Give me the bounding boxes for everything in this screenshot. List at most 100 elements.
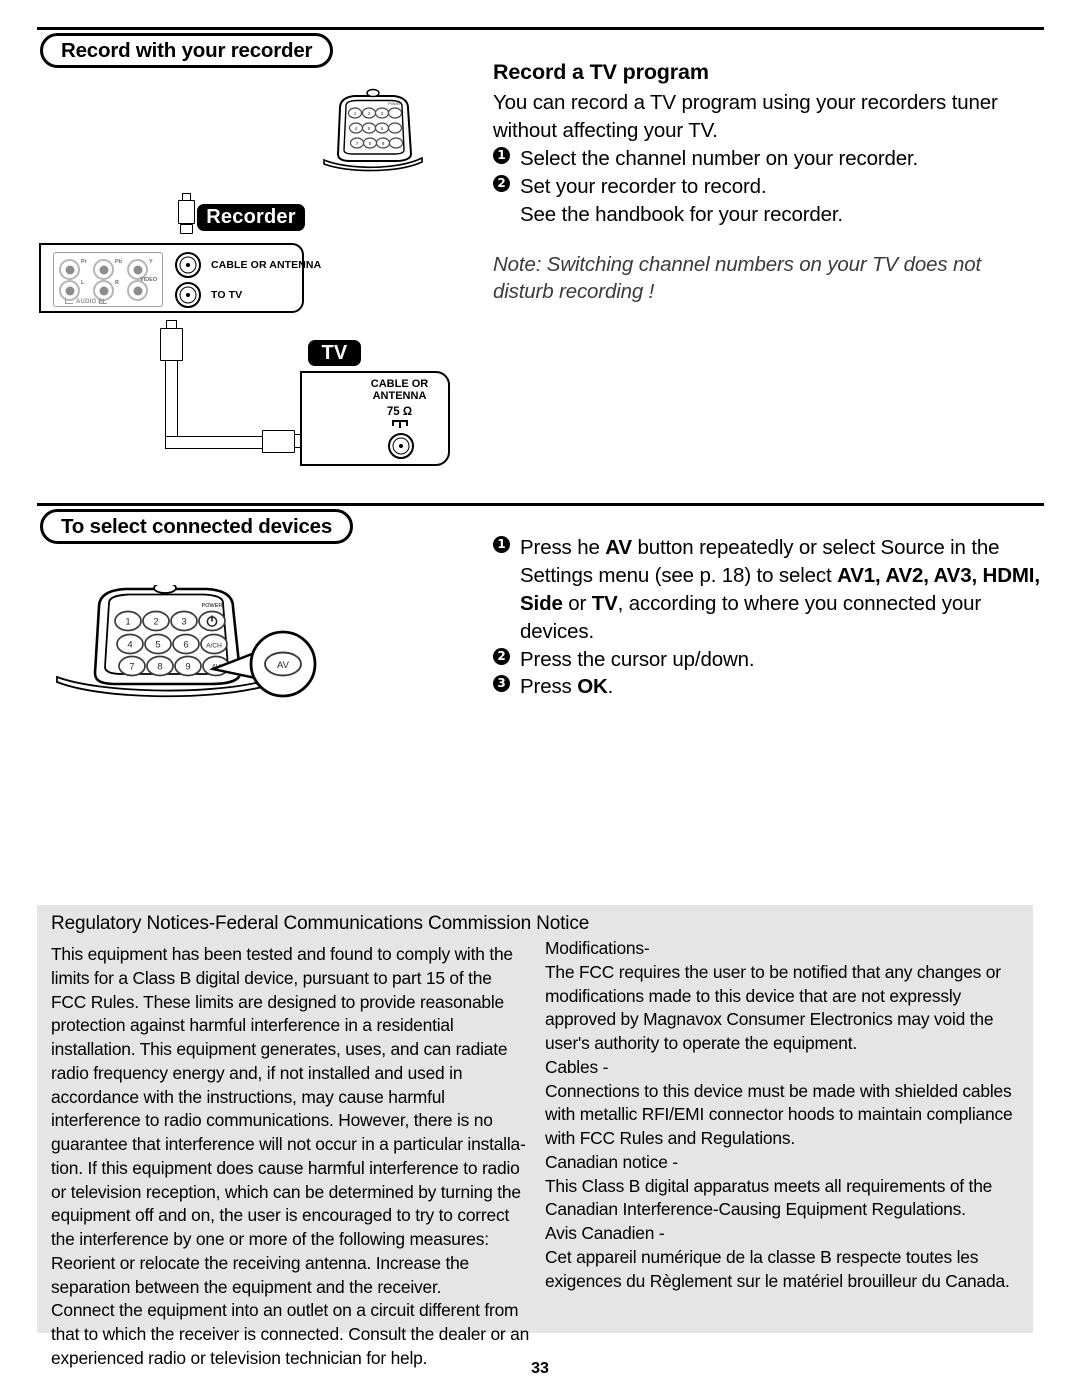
section-badge-record-with-recorder: Record with your recorder <box>40 33 334 68</box>
tv-back-panel: CABLE OR ANTENNA 75 Ω <box>300 371 450 466</box>
svg-text:6: 6 <box>183 640 188 651</box>
record-intro-line-2: without affecting your TV. <box>493 119 718 143</box>
mini-remote-svg: 1 2 3 4 5 6 7 8 9 POWER <box>323 88 423 172</box>
tv-cable-upper-plug-body <box>160 328 183 361</box>
svg-text:AV: AV <box>277 660 290 671</box>
rca-label-pb: Pb <box>115 259 123 265</box>
record-tv-program-heading: Record a TV program <box>493 60 709 84</box>
recorder-input-plug-body <box>178 200 195 224</box>
fcc-right-para-6: This Class B digital apparatus meets all… <box>545 1175 993 1220</box>
tv-cable-antenna-label: CABLE OR ANTENNA <box>352 378 447 403</box>
rca-label-l: L <box>81 280 85 286</box>
select-step-1-av: AV <box>605 536 632 559</box>
step-number-2-icon: 2 <box>493 647 510 665</box>
step-number-3-icon: 3 <box>493 675 510 693</box>
mini-remote-illustration: 1 2 3 4 5 6 7 8 9 POWER <box>318 88 428 178</box>
select-step-2-text: Press the cursor up/down. <box>520 647 755 671</box>
select-step-3-ok: OK <box>577 675 608 699</box>
section-rule-top <box>37 27 1044 30</box>
record-step-2: 2 Set your recorder to record. <box>493 173 1038 201</box>
select-step-1-line3a: or <box>568 591 592 615</box>
recorder-rca-group: Pr Pb Y L R VIDEO AUDIO IN <box>53 252 163 307</box>
fcc-notice-title: Regulatory Notices-Federal Communication… <box>51 913 590 934</box>
select-step-1-line2a: Settings menu (see p. 18) to select <box>520 563 838 587</box>
record-note: Note: Switching channel numbers on your … <box>493 252 982 304</box>
recorder-to-tv-label: TO TV <box>211 289 243 301</box>
tv-impedance-label: 75 Ω <box>386 406 413 418</box>
recorder-input-plug-tip <box>182 193 191 201</box>
tv-cable-lower-plug-body <box>262 430 295 453</box>
recorder-label-badge: Recorder <box>197 204 305 231</box>
tv-cable-antenna-label-line1: CABLE OR <box>370 378 429 390</box>
select-step-1: 1 Press he AV button repeatedly or selec… <box>493 534 1043 646</box>
select-step-2: 2 Press the cursor up/down. <box>493 646 1043 674</box>
svg-text:4: 4 <box>127 640 132 651</box>
step-number-1-icon: 1 <box>493 146 510 164</box>
step-number-2-icon: 2 <box>493 174 510 192</box>
svg-text:9: 9 <box>382 141 385 146</box>
svg-text:A/CH: A/CH <box>206 643 222 650</box>
fcc-right-para-4: Connections to this device must be made … <box>545 1080 1013 1149</box>
recorder-input-plug-collar <box>180 224 193 234</box>
fcc-notice-box: Regulatory Notices-Federal Communication… <box>37 905 1033 1368</box>
tv-label-badge: TV <box>308 340 361 366</box>
antenna-symbol-icon <box>392 420 408 428</box>
remote-control-svg: 123 456 789 A/CH AV POWER AV <box>56 582 317 698</box>
rca-jack-pb <box>93 259 114 280</box>
fcc-right-para-7: Avis Canadien - <box>545 1223 665 1243</box>
fcc-right-para-3: Cables - <box>545 1056 609 1077</box>
svg-text:4: 4 <box>355 126 358 131</box>
select-step-1-tv: TV <box>591 591 618 615</box>
svg-text:8: 8 <box>369 141 372 146</box>
page-number: 33 <box>531 1360 549 1377</box>
remote-control-illustration: 123 456 789 A/CH AV POWER AV <box>55 582 320 705</box>
svg-text:1: 1 <box>354 111 357 116</box>
svg-text:5: 5 <box>155 640 160 651</box>
rca-label-video: VIDEO <box>140 277 158 283</box>
rca-label-pr: Pr <box>81 259 87 265</box>
fcc-right-column: Modifications- The FCC requires the user… <box>545 937 1025 1293</box>
select-step-1-text: Press he AV button repeatedly or select … <box>520 534 1043 646</box>
fcc-right-para-8: Cet appareil numérique de la classe B re… <box>545 1246 1010 1291</box>
record-intro-line-1: You can record a TV program using your r… <box>493 91 998 115</box>
fcc-right-para-1: Modifications- <box>545 938 650 958</box>
rca-jack-video <box>127 280 148 301</box>
select-step-1-line1c: button repeatedly or select Source in th… <box>631 536 1000 559</box>
select-step-3: 3 Press OK. <box>493 673 1043 701</box>
rca-jack-pr <box>59 259 80 280</box>
section-badge-select-connected-devices: To select connected devices <box>40 509 354 544</box>
record-step-2-text: Set your recorder to record. <box>520 174 767 198</box>
svg-text:2: 2 <box>368 111 371 116</box>
select-step-3-a: Press <box>520 675 578 699</box>
section-rule-middle <box>37 503 1044 506</box>
record-step-extra: See the handbook for your recorder. <box>493 201 1038 229</box>
recorder-cable-antenna-label: CABLE OR ANTENNA <box>211 259 322 271</box>
select-step-3-c: . <box>607 675 614 699</box>
fcc-left-column: This equipment has been tested and found… <box>51 943 531 1371</box>
fcc-left-para-2: Reorient or relocate the receiving anten… <box>51 1252 470 1297</box>
svg-text:9: 9 <box>185 662 190 673</box>
select-step-3-text: Press OK. <box>520 673 1043 701</box>
svg-text:2: 2 <box>153 617 158 628</box>
svg-text:POWER: POWER <box>202 603 223 609</box>
step-number-1-icon: 1 <box>493 536 510 553</box>
svg-text:7: 7 <box>129 662 134 673</box>
rca-label-y: Y <box>149 259 153 265</box>
fcc-right-para-5: Canadian notice - <box>545 1151 678 1172</box>
record-step-1-text: Select the channel number on your record… <box>520 146 919 170</box>
select-devices-text-column: 1 Press he AV button repeatedly or selec… <box>493 534 1043 701</box>
tv-cable-antenna-label-line2: ANTENNA <box>372 390 427 403</box>
svg-text:6: 6 <box>381 126 384 131</box>
svg-text:3: 3 <box>381 111 384 116</box>
audio-in-bracket-left <box>65 298 73 304</box>
svg-text:5: 5 <box>368 126 371 131</box>
svg-text:3: 3 <box>181 617 186 628</box>
fcc-right-para-2: The FCC requires the user to be notified… <box>545 961 1001 1053</box>
svg-text:POWER: POWER <box>388 102 402 106</box>
recorder-to-tv-jack <box>175 282 201 308</box>
select-step-1-line1a: Press he <box>520 536 606 559</box>
svg-text:1: 1 <box>125 617 130 628</box>
fcc-left-para-1: This equipment has been tested and found… <box>51 944 526 1249</box>
audio-in-label: AUDIO IN <box>76 299 105 305</box>
rca-label-r: R <box>115 280 119 286</box>
